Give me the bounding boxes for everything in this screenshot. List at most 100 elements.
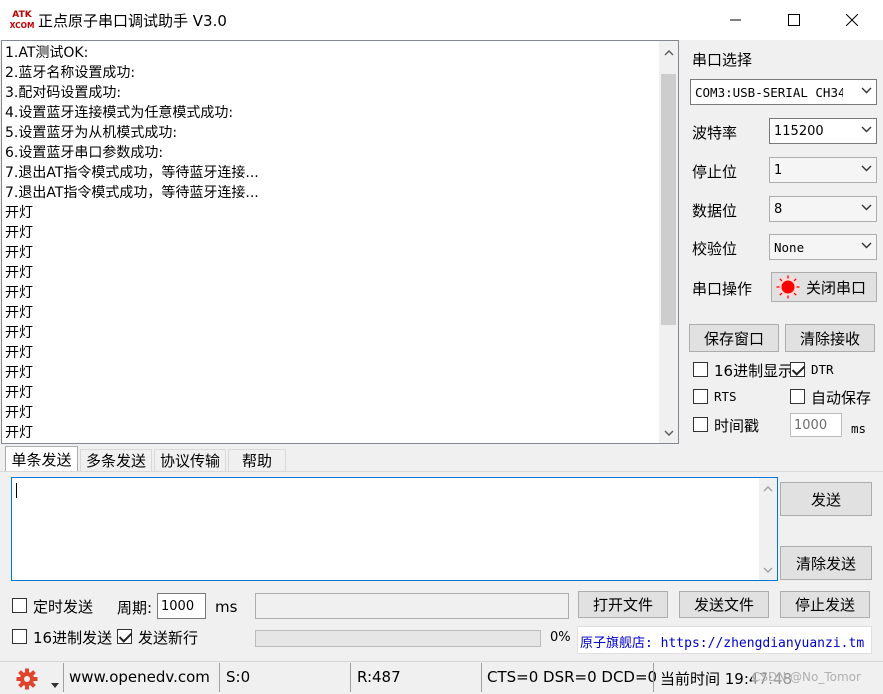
receive-line: 开灯 (5, 325, 33, 341)
auto-save-checkbox[interactable] (790, 389, 805, 404)
file-path-field[interactable] (255, 593, 569, 619)
clear-send-button[interactable]: 清除发送 (780, 546, 872, 580)
ad-banner[interactable]: 原子旗舰店: https://zhengdianyuanzi.tm (577, 626, 872, 654)
chevron-down-icon (763, 567, 773, 573)
chevron-up-icon (663, 50, 674, 56)
chevron-down-icon (663, 430, 674, 436)
dtr-label: DTR (811, 362, 834, 377)
receive-line: 开灯 (5, 365, 33, 381)
receive-line: 开灯 (5, 225, 33, 241)
stop-send-button[interactable]: 停止发送 (780, 591, 870, 618)
data-bits-select[interactable]: 8 (769, 196, 877, 222)
dtr-checkbox[interactable] (790, 362, 805, 377)
baud-label: 波特率 (692, 124, 738, 142)
close-port-label: 关闭串口 (806, 278, 867, 297)
maximize-button[interactable] (765, 0, 823, 40)
svg-text:ATK: ATK (12, 10, 32, 20)
auto-save-label: 自动保存 (811, 389, 872, 407)
send-newline-label: 发送新行 (138, 629, 199, 647)
scroll-down-button[interactable] (659, 423, 678, 443)
send-newline-checkbox[interactable] (117, 629, 132, 644)
hex-send-checkbox[interactable] (12, 629, 27, 644)
tab-label: 帮助 (241, 452, 272, 470)
caret-down-icon (51, 683, 59, 688)
hex-display-label: 16进制显示 (714, 362, 794, 380)
parity-label: 校验位 (692, 240, 738, 258)
minimize-button[interactable] (707, 0, 765, 40)
baud-value: 115200 (774, 123, 824, 139)
svg-text:XCOM: XCOM (10, 21, 35, 30)
data-bits-label: 数据位 (692, 202, 738, 220)
receive-line: 3.配对码设置成功: (5, 85, 122, 101)
port-select[interactable]: COM3:USB-SERIAL CH340 (690, 79, 877, 105)
gear-icon (16, 668, 38, 690)
line-status: CTS=0 DSR=0 DCD=0 (487, 668, 658, 686)
open-file-label: 打开文件 (592, 596, 653, 614)
close-icon (846, 14, 858, 26)
save-window-button[interactable]: 保存窗口 (689, 324, 779, 352)
period-input[interactable]: 1000 (157, 593, 206, 619)
receive-line: 6.设置蓝牙串口参数成功: (5, 145, 164, 161)
tab-single-send[interactable]: 单条发送 (5, 446, 78, 472)
tab-divider (0, 471, 883, 472)
period-label: 周期: (117, 599, 153, 617)
open-file-button[interactable]: 打开文件 (578, 591, 668, 618)
baud-select[interactable]: 115200 (769, 118, 877, 144)
settings-gear-button[interactable] (16, 668, 38, 690)
receive-area[interactable]: 1.AT测试OK: 2.蓝牙名称设置成功: 3.配对码设置成功: 4.设置蓝牙连接模式… (1, 40, 679, 444)
send-button[interactable]: 发送 (780, 482, 872, 516)
clear-receive-button[interactable]: 清除接收 (785, 324, 875, 352)
rts-label: RTS (714, 389, 737, 404)
app-logo: ATK XCOM (9, 6, 35, 32)
tab-multi-send[interactable]: 多条发送 (80, 449, 152, 471)
receive-line: 开灯 (5, 305, 33, 321)
status-separator (481, 663, 482, 692)
hex-display-checkbox[interactable] (693, 362, 708, 377)
send-file-button[interactable]: 发送文件 (679, 591, 769, 618)
clear-receive-label: 清除接收 (799, 329, 860, 348)
status-separator (63, 663, 64, 692)
receive-line: 开灯 (5, 385, 33, 401)
timestamp-ms-unit: ms (851, 421, 867, 436)
port-status-led-icon (776, 275, 800, 299)
send-input[interactable] (11, 477, 778, 581)
send-file-label: 发送文件 (693, 596, 754, 614)
close-port-button[interactable]: 关闭串口 (771, 272, 877, 302)
receive-line: 开灯 (5, 405, 33, 421)
port-value: COM3:USB-SERIAL CH340 (695, 84, 843, 100)
scroll-thumb[interactable] (661, 74, 676, 325)
website-link[interactable]: www.openedv.com (69, 668, 210, 686)
receive-line: 开灯 (5, 345, 33, 361)
minimize-icon (730, 19, 741, 21)
receive-line: 开灯 (5, 285, 33, 301)
receive-line: 2.蓝牙名称设置成功: (5, 65, 136, 81)
timed-send-checkbox[interactable] (12, 598, 27, 613)
settings-dropdown-button[interactable] (51, 676, 59, 692)
port-operation-label: 串口操作 (692, 280, 753, 298)
scroll-up-button[interactable] (659, 43, 678, 63)
window-title: 正点原子串口调试助手 V3.0 (38, 12, 227, 30)
status-separator (350, 663, 351, 692)
close-window-button[interactable] (823, 0, 881, 40)
stop-bits-select[interactable]: 1 (769, 157, 877, 183)
send-scrollbar[interactable] (759, 478, 777, 580)
timestamp-checkbox[interactable] (693, 417, 708, 432)
ad-link[interactable]: 原子旗舰店: https://zhengdianyuanzi.tm (580, 632, 864, 651)
tab-label: 多条发送 (85, 452, 146, 470)
chevron-down-icon (861, 87, 872, 94)
stop-send-label: 停止发送 (794, 596, 855, 614)
rts-checkbox[interactable] (693, 389, 708, 404)
stop-bits-value: 1 (774, 162, 783, 178)
tab-help[interactable]: 帮助 (228, 449, 286, 471)
receive-text: 1.AT测试OK: 2.蓝牙名称设置成功: 3.配对码设置成功: 4.设置蓝牙连接模式… (5, 43, 655, 443)
maximize-icon (788, 14, 800, 26)
parity-select[interactable]: None (769, 234, 877, 260)
stop-bits-label: 停止位 (692, 163, 738, 181)
receive-line: 5.设置蓝牙为从机模式成功: (5, 125, 178, 141)
timestamp-ms-input[interactable]: 1000 (790, 413, 842, 437)
send-label: 发送 (810, 490, 841, 509)
tab-protocol[interactable]: 协议传输 (154, 449, 226, 471)
receive-line: 7.退出AT指令模式成功，等待蓝牙连接... (5, 165, 259, 181)
receive-scrollbar[interactable] (659, 41, 678, 443)
save-window-label: 保存窗口 (703, 329, 764, 348)
